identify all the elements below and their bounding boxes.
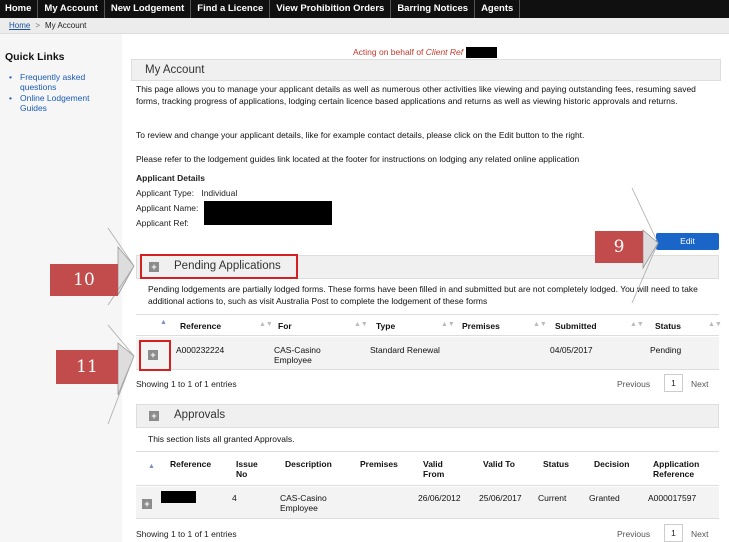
table-row: + A000232224 CAS-Casino Employee Standard… [136, 337, 719, 370]
col-description[interactable]: Description [285, 459, 332, 469]
sort-icon[interactable]: ▲▼ [354, 321, 368, 328]
nav-prohibition-orders[interactable]: View Prohibition Orders [270, 0, 392, 18]
cell-valid-to: 25/06/2017 [479, 493, 522, 503]
applicant-ref-label: Applicant Ref: [136, 218, 189, 228]
nav-find-licence[interactable]: Find a Licence [191, 0, 271, 18]
applicant-type-row: Applicant Type: Individual [136, 188, 237, 198]
cell-reference: A000232224 [176, 345, 225, 355]
pending-title-highlight [140, 254, 298, 279]
breadcrumb-current: My Account [45, 21, 87, 30]
col-premises[interactable]: Premises [462, 321, 500, 331]
approvals-entries-info: Showing 1 to 1 of 1 entries [136, 529, 237, 539]
quick-links-list: Frequently asked questions Online Lodgem… [0, 63, 122, 113]
row-expand-highlight [139, 340, 171, 371]
applicant-name-row: Applicant Name: [136, 203, 198, 213]
col-status[interactable]: Status [543, 459, 569, 469]
pending-table-header: ▲ Reference ▲▼ For ▲▼ Type ▲▼ Premises ▲… [136, 314, 722, 336]
nav-my-account[interactable]: My Account [38, 0, 105, 18]
breadcrumb: Home > My Account [0, 18, 729, 34]
sort-icon[interactable]: ▲▼ [708, 321, 722, 328]
approvals-expand-icon[interactable]: + [149, 411, 159, 421]
col-application-reference[interactable]: Application Reference [653, 459, 699, 479]
applicant-type-value: Individual [201, 188, 238, 198]
top-nav: Home My Account New Lodgement Find a Lic… [0, 0, 729, 18]
sort-asc-icon[interactable]: ▲ [160, 319, 167, 326]
col-reference[interactable]: Reference [170, 459, 211, 469]
account-guides-text: Please refer to the lodgement guides lin… [136, 154, 580, 164]
col-issue-no[interactable]: Issue No [236, 459, 258, 479]
cell-issue-no: 4 [232, 493, 237, 503]
col-reference[interactable]: Reference [180, 321, 221, 331]
client-ref-label: Client Ref [425, 47, 464, 57]
col-status[interactable]: Status [655, 321, 681, 331]
applicant-ref-row: Applicant Ref: [136, 218, 189, 228]
table-row: + 4 CAS-Casino Employee 26/06/2012 25/06/… [136, 487, 719, 519]
pending-next-button[interactable]: Next [691, 379, 708, 389]
col-valid-from[interactable]: Valid From [423, 459, 444, 479]
pending-prev-button[interactable]: Previous [617, 379, 650, 389]
approvals-table-header: ▲ Reference Issue No Description Premises… [136, 451, 719, 486]
approvals-prev-button[interactable]: Previous [617, 529, 650, 539]
col-decision[interactable]: Decision [594, 459, 629, 469]
col-valid-to[interactable]: Valid To [483, 459, 515, 469]
nav-barring-notices[interactable]: Barring Notices [391, 0, 476, 18]
cell-description: CAS-Casino Employee [280, 493, 327, 513]
breadcrumb-home-link[interactable]: Home [9, 21, 30, 30]
nav-new-lodgement[interactable]: New Lodgement [105, 0, 192, 18]
lodgement-guides-link[interactable]: Online Lodgement Guides [9, 93, 109, 113]
pending-description: Pending lodgements are partially lodged … [148, 284, 698, 306]
approvals-header: + Approvals [136, 404, 719, 428]
cell-for: CAS-Casino Employee [274, 345, 321, 365]
cell-application-reference: A000017597 [648, 493, 697, 503]
sort-icon[interactable]: ▲▼ [441, 321, 455, 328]
cell-valid-from: 26/06/2012 [418, 493, 461, 503]
applicant-name-redacted [204, 201, 332, 225]
sort-icon[interactable]: ▲▼ [630, 321, 644, 328]
col-for[interactable]: For [278, 321, 292, 331]
pending-page-1[interactable]: 1 [664, 374, 683, 392]
faq-link[interactable]: Frequently asked questions [9, 72, 109, 92]
sort-icon[interactable]: ▲▼ [533, 321, 547, 328]
my-account-header: My Account [131, 59, 721, 81]
applicant-type-label: Applicant Type: [136, 188, 194, 198]
account-edit-instructions: To review and change your applicant deta… [136, 130, 585, 140]
approvals-description: This section lists all granted Approvals… [148, 434, 295, 444]
cell-status: Current [538, 493, 567, 503]
account-intro-text: This page allows you to manage your appl… [136, 84, 696, 106]
approvals-next-button[interactable]: Next [691, 529, 708, 539]
breadcrumb-separator-icon: > [35, 21, 41, 30]
approval-reference-redacted [161, 491, 196, 503]
callout-10: 10 [50, 264, 118, 296]
callout-11: 11 [56, 350, 118, 384]
cell-status: Pending [650, 345, 682, 355]
client-ref-redacted [465, 47, 497, 59]
sort-icon[interactable]: ▲▼ [259, 321, 273, 328]
applicant-details-title: Applicant Details [136, 173, 205, 183]
nav-home[interactable]: Home [0, 0, 39, 18]
acting-prefix: Acting on behalf of [353, 47, 424, 57]
approvals-page-1[interactable]: 1 [664, 524, 683, 542]
acting-on-behalf: Acting on behalf of Client Ref [353, 47, 497, 59]
sidebar-title: Quick Links [5, 51, 65, 63]
col-submitted[interactable]: Submitted [555, 321, 597, 331]
row-expand-icon[interactable]: + [142, 499, 152, 509]
sort-asc-icon[interactable]: ▲ [148, 463, 155, 470]
cell-decision: Granted [589, 493, 620, 503]
applicant-name-label: Applicant Name: [136, 203, 199, 213]
col-premises[interactable]: Premises [360, 459, 398, 469]
approvals-title: Approvals [174, 409, 226, 421]
edit-button[interactable]: Edit [656, 233, 719, 250]
my-account-title: My Account [145, 64, 205, 76]
cell-type: Standard Renewal [370, 345, 440, 355]
pending-entries-info: Showing 1 to 1 of 1 entries [136, 379, 237, 389]
cell-submitted: 04/05/2017 [550, 345, 593, 355]
col-type[interactable]: Type [376, 321, 395, 331]
nav-agents[interactable]: Agents [475, 0, 521, 18]
callout-9: 9 [595, 231, 643, 263]
